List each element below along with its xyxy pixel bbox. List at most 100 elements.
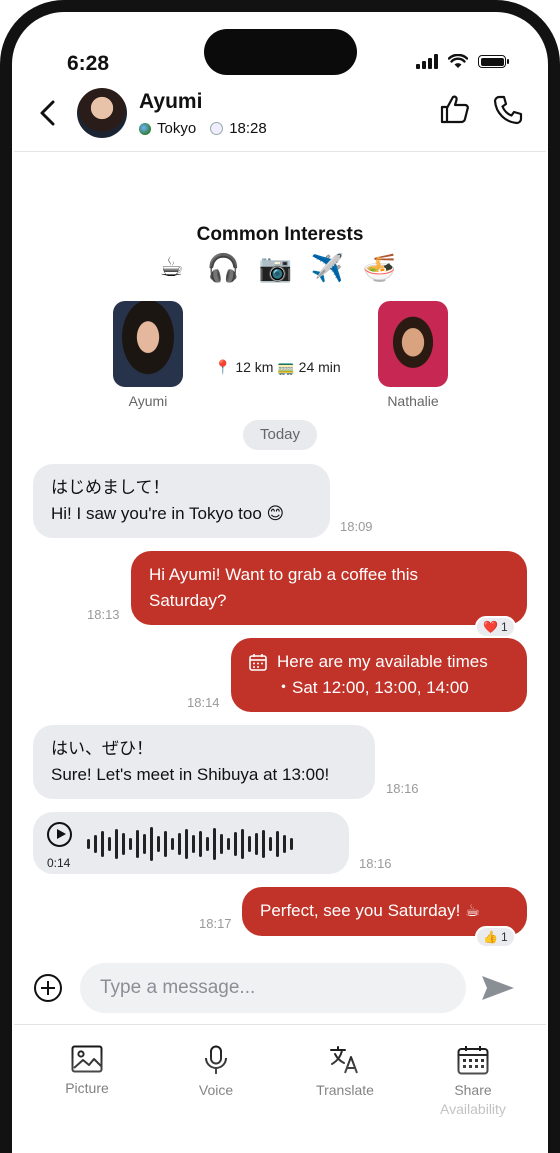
interests-icons: ☕ 🎧 📷 ✈️ 🍜 [154,252,397,284]
waveform-bar [234,832,237,856]
distance-info: 📍 12 km 🚃 24 min [214,359,341,376]
message-outgoing[interactable]: Hi Ayumi! Want to grab a coffee this Sat… [131,551,527,625]
voice-label: Voice [198,1082,234,1098]
message-line: Here are my available times [277,652,488,671]
picture-button[interactable]: Picture [32,1045,142,1098]
add-attachment-button[interactable] [34,974,62,1002]
train-icon: 🚃 [277,359,295,375]
travel-time: 24 min [298,359,341,375]
avatar[interactable] [77,88,127,138]
distance-value: 12 km [235,359,274,375]
waveform-bar [213,828,216,860]
waveform-bar [192,835,195,853]
airplane-icon: ✈️ [310,253,345,283]
reaction-badge[interactable]: ❤️ 1 [475,616,516,638]
waveform-bar [290,838,293,850]
message-incoming[interactable]: はじめまして！ Hi! I saw you're in Tokyo too 😊 [33,464,330,538]
waveform-bar [122,833,125,855]
waveform-bar [164,831,167,857]
profile-name-nathalie: Nathalie [387,393,439,409]
waveform-bar [248,836,251,852]
message-time: 18:14 [187,695,220,710]
message-input[interactable] [80,963,466,1013]
waveform-bar [199,831,202,857]
status-time: 6:28 [67,52,110,75]
waveform-bar [143,834,146,854]
send-icon[interactable] [480,972,516,1004]
status-icons [416,54,509,69]
share-label: Share [454,1082,492,1098]
message-availability[interactable]: Here are my available times ・Sat 12:00, … [231,638,527,712]
waveform-bar [262,830,265,858]
waveform-bar [150,827,153,861]
message-line: Hi! I saw you're in Tokyo too 😊 [51,504,285,523]
waveform-bar [87,839,90,849]
noodles-icon: 🍜 [362,253,397,283]
camera-icon: 📷 [258,253,293,283]
calendar-icon [249,654,267,671]
heart-icon: ❤️ [483,620,498,634]
message-line: はい、ぜひ！ [51,739,153,758]
message-incoming[interactable]: はい、ぜひ！ Sure! Let's meet in Shibuya at 13… [33,725,375,799]
signal-icon [416,54,438,69]
bottom-toolbar: Picture Voice Translate Share Availabili… [14,1024,546,1145]
message-line: はじめまして！ [51,478,170,497]
waveform-bar [178,833,181,855]
profile-photo-nathalie[interactable] [378,301,448,387]
waveform-bar [108,837,111,851]
message-time: 18:16 [359,856,392,871]
reaction-badge[interactable]: 👍 1 [475,926,516,948]
message-line: Sure! Let's meet in Shibuya at 13:00! [51,765,330,784]
contact-meta: Tokyo 18:28 [139,120,267,137]
phone-icon[interactable] [492,94,524,126]
translate-icon [330,1046,358,1074]
headphones-icon: 🎧 [206,253,241,283]
share-availability-button[interactable]: Share Availability [418,1045,528,1118]
thumbs-up-icon: 👍 [483,930,498,944]
contact-name: Ayumi [139,90,203,113]
message-time: 18:13 [87,607,120,622]
contact-city: Tokyo [157,120,197,137]
voice-message[interactable]: 0:14 [33,812,349,874]
translate-label: Translate [316,1082,374,1098]
play-icon[interactable] [47,822,72,847]
waveform-bar [129,838,132,850]
globe-icon [139,122,151,135]
waveform-bar [206,837,209,851]
profile-photo-ayumi[interactable] [113,301,183,387]
pin-icon: 📍 [214,359,232,375]
wifi-icon [448,54,468,68]
translate-button[interactable]: Translate [290,1045,400,1100]
waveform-bar [171,838,174,850]
message-time: 18:17 [199,916,232,931]
message-time: 18:16 [386,781,419,796]
thumbs-up-icon[interactable] [438,92,472,126]
calendar-icon [457,1046,489,1075]
waveform-bar [185,829,188,859]
back-icon[interactable] [34,98,64,128]
waveform-bar [220,834,223,854]
contact-local-time: 18:28 [229,120,267,137]
waveform-bar [283,835,286,853]
waveform-bar [227,838,230,850]
waveform-bar [101,831,104,857]
waveform-bar [136,830,139,858]
voice-button[interactable]: Voice [161,1045,271,1100]
message-time: 18:09 [340,519,373,534]
voice-duration: 0:14 [47,856,71,870]
reaction-count: 1 [500,930,508,944]
message-line: Hi Ayumi! Want to grab a coffee this [149,565,418,584]
waveform-bar [255,833,258,855]
picture-label: Picture [65,1080,109,1096]
waveform-bar [94,835,97,853]
battery-icon [478,55,509,68]
waveform-bar [241,829,244,859]
dynamic-island [204,29,357,75]
day-separator: Today [243,420,317,450]
profile-name-ayumi: Ayumi [128,393,168,409]
chat-header: Ayumi Tokyo 18:28 [14,84,546,152]
app-screen: 6:28 Ayumi Tokyo 18:28 Common Interests … [14,14,546,1153]
clock-icon [210,122,224,135]
message-line: Saturday? [149,591,227,610]
interests-title: Common Interests [196,224,364,245]
